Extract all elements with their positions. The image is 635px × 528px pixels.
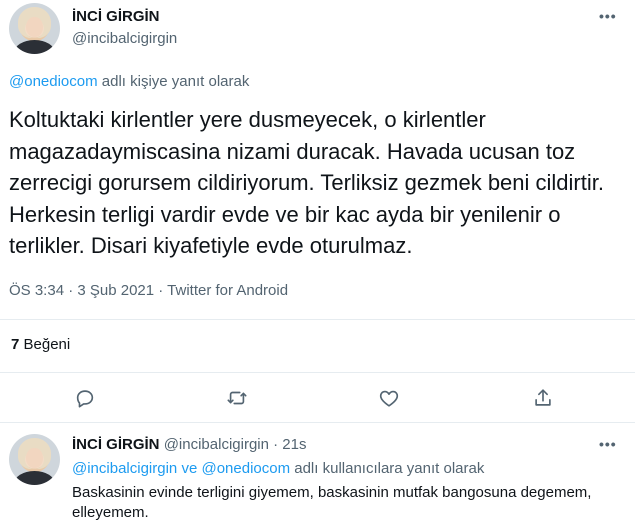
retweet-button[interactable]: [224, 385, 250, 411]
reply-to-connector: ve: [181, 460, 198, 477]
reply-button[interactable]: [72, 385, 98, 411]
divider: [0, 372, 635, 373]
reply-avatar[interactable]: [9, 434, 60, 485]
avatar-face: [26, 448, 43, 468]
tweet-text: Koltuktaki kirlentler yere dusmeyecek, o…: [9, 107, 604, 258]
reply-to-suffix: adlı kullanıcılara yanıt olarak: [294, 460, 485, 477]
share-icon: [535, 389, 551, 406]
reply-to-suffix: adlı kişiye yanıt olarak: [101, 73, 250, 90]
mention-link[interactable]: @onediocom: [201, 460, 290, 477]
comment-icon: [76, 390, 94, 408]
reply-text: Baskasinin evinde terligini giyemem, bas…: [72, 484, 592, 521]
tweet-timestamp[interactable]: ÖS 3:34 · 3 Şub 2021 · Twitter for Andro…: [9, 282, 288, 299]
likes-label: Beğeni: [23, 336, 71, 353]
reply-time[interactable]: · 21s: [273, 436, 306, 453]
like-button[interactable]: [376, 385, 402, 411]
reply-author-name[interactable]: İNCİ GİRGİN: [72, 436, 160, 453]
mention-link[interactable]: @onediocom: [9, 73, 98, 90]
author-handle[interactable]: @incibalcigirgin: [72, 30, 177, 47]
avatar[interactable]: [9, 3, 60, 54]
likes-count[interactable]: 7 Beğeni: [11, 336, 70, 353]
avatar-shoulders: [14, 39, 55, 54]
share-button[interactable]: [530, 385, 556, 411]
heart-icon: [379, 390, 399, 407]
divider: [0, 422, 635, 423]
retweet-icon: [227, 391, 247, 405]
likes-number: 7: [11, 336, 20, 353]
author-name[interactable]: İNCİ GİRGİN: [72, 8, 160, 25]
more-icon[interactable]: •••: [599, 8, 617, 24]
reply-reply-to-line: @incibalcigirgin ve @onediocom adlı kull…: [72, 460, 484, 477]
avatar-face: [26, 17, 43, 37]
mention-link[interactable]: @incibalcigirgin: [72, 460, 177, 477]
divider: [0, 319, 635, 320]
reply-header: İNCİ GİRGİN @incibalcigirgin · 21s: [72, 436, 307, 453]
avatar-shoulders: [14, 470, 55, 485]
reply-to-line: @onediocom adlı kişiye yanıt olarak: [9, 73, 249, 90]
reply-author-handle[interactable]: @incibalcigirgin: [164, 436, 269, 453]
reply-more-icon[interactable]: •••: [599, 436, 617, 452]
